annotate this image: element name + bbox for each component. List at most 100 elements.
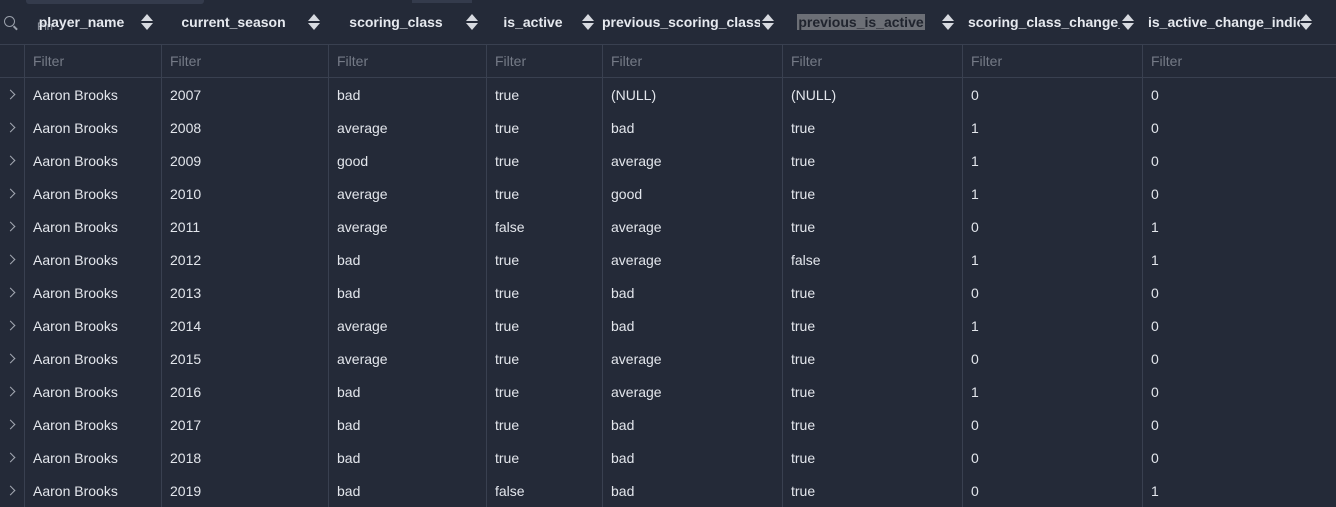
cell-previous-scoring-class[interactable]: (NULL) <box>602 78 782 111</box>
cell-scoring-class-change[interactable]: 1 <box>962 111 1142 144</box>
cell-scoring-class-change[interactable]: 0 <box>962 441 1142 474</box>
cell-scoring-class[interactable]: average <box>328 309 486 342</box>
column-header-player-name[interactable]: player_name <box>24 0 161 44</box>
cell-player-name[interactable]: Aaron Brooks <box>24 243 161 276</box>
expand-row-button[interactable] <box>0 342 24 375</box>
cell-is-active-change[interactable]: 1 <box>1142 210 1322 243</box>
sort-icon[interactable] <box>1122 14 1134 30</box>
expand-row-button[interactable] <box>0 243 24 276</box>
cell-scoring-class-change[interactable]: 1 <box>962 309 1142 342</box>
table-row[interactable]: Aaron Brooks 2007 bad true (NULL) (NULL) 0 0 <box>0 78 1336 111</box>
table-row[interactable]: Aaron Brooks 2013 bad true bad true 0 0 <box>0 276 1336 309</box>
filter-input-scoring-class-change[interactable] <box>963 53 1142 69</box>
cell-previous-scoring-class[interactable]: bad <box>602 309 782 342</box>
cell-is-active-change[interactable]: 0 <box>1142 177 1322 210</box>
cell-is-active[interactable]: true <box>486 441 602 474</box>
expand-row-button[interactable] <box>0 375 24 408</box>
cell-player-name[interactable]: Aaron Brooks <box>24 210 161 243</box>
cell-current-season[interactable]: 2011 <box>161 210 328 243</box>
cell-previous-scoring-class[interactable]: average <box>602 210 782 243</box>
expand-row-button[interactable] <box>0 276 24 309</box>
cell-scoring-class[interactable]: bad <box>328 78 486 111</box>
cell-is-active-change[interactable]: 0 <box>1142 144 1322 177</box>
cell-scoring-class[interactable]: bad <box>328 243 486 276</box>
filter-input-player-name[interactable] <box>25 53 161 69</box>
expand-row-button[interactable] <box>0 309 24 342</box>
cell-is-active-change[interactable]: 1 <box>1142 243 1322 276</box>
cell-is-active[interactable]: true <box>486 144 602 177</box>
cell-previous-scoring-class[interactable]: average <box>602 342 782 375</box>
table-row[interactable]: Aaron Brooks 2010 average true good true 1 0 <box>0 177 1336 210</box>
cell-current-season[interactable]: 2017 <box>161 408 328 441</box>
cell-previous-scoring-class[interactable]: bad <box>602 474 782 507</box>
cell-scoring-class-change[interactable]: 0 <box>962 210 1142 243</box>
cell-previous-scoring-class[interactable]: average <box>602 144 782 177</box>
filter-input-previous-scoring-class[interactable] <box>603 53 782 69</box>
table-row[interactable]: Aaron Brooks 2017 bad true bad true 0 0 <box>0 408 1336 441</box>
table-row[interactable]: Aaron Brooks 2011 average false average true 0… <box>0 210 1336 243</box>
table-row[interactable]: Aaron Brooks 2012 bad true average false 1 1 <box>0 243 1336 276</box>
cell-current-season[interactable]: 2010 <box>161 177 328 210</box>
cell-player-name[interactable]: Aaron Brooks <box>24 78 161 111</box>
filter-input-scoring-class[interactable] <box>329 53 486 69</box>
cell-scoring-class[interactable]: average <box>328 111 486 144</box>
cell-is-active[interactable]: false <box>486 210 602 243</box>
cell-previous-is-active[interactable]: (NULL) <box>782 78 962 111</box>
cell-scoring-class-change[interactable]: 0 <box>962 78 1142 111</box>
column-header-previous-scoring-class[interactable]: previous_scoring_class <box>602 0 782 44</box>
cell-current-season[interactable]: 2013 <box>161 276 328 309</box>
cell-is-active-change[interactable]: 0 <box>1142 408 1322 441</box>
cell-previous-scoring-class[interactable]: bad <box>602 276 782 309</box>
cell-is-active[interactable]: true <box>486 342 602 375</box>
cell-previous-scoring-class[interactable]: good <box>602 177 782 210</box>
cell-current-season[interactable]: 2015 <box>161 342 328 375</box>
table-row[interactable]: Aaron Brooks 2014 average true bad true 1 0 <box>0 309 1336 342</box>
cell-scoring-class[interactable]: average <box>328 210 486 243</box>
cell-player-name[interactable]: Aaron Brooks <box>24 144 161 177</box>
cell-is-active[interactable]: true <box>486 78 602 111</box>
filter-input-current-season[interactable] <box>162 53 328 69</box>
filter-input-previous-is-active[interactable] <box>783 53 962 69</box>
cell-is-active[interactable]: true <box>486 276 602 309</box>
cell-previous-is-active[interactable]: true <box>782 441 962 474</box>
sort-icon[interactable] <box>141 14 153 30</box>
cell-current-season[interactable]: 2016 <box>161 375 328 408</box>
cell-previous-is-active[interactable]: true <box>782 210 962 243</box>
cell-is-active[interactable]: true <box>486 243 602 276</box>
expand-row-button[interactable] <box>0 144 24 177</box>
cell-previous-is-active[interactable]: true <box>782 111 962 144</box>
cell-current-season[interactable]: 2014 <box>161 309 328 342</box>
cell-current-season[interactable]: 2019 <box>161 474 328 507</box>
cell-previous-is-active[interactable]: false <box>782 243 962 276</box>
column-header-scoring-class-change[interactable]: scoring_class_change_in <box>962 0 1142 44</box>
cell-previous-scoring-class[interactable]: bad <box>602 408 782 441</box>
cell-player-name[interactable]: Aaron Brooks <box>24 474 161 507</box>
cell-previous-scoring-class[interactable]: bad <box>602 441 782 474</box>
cell-is-active[interactable]: false <box>486 474 602 507</box>
cell-previous-scoring-class[interactable]: average <box>602 375 782 408</box>
sort-icon[interactable] <box>762 14 774 30</box>
sort-icon[interactable] <box>582 14 594 30</box>
cell-scoring-class-change[interactable]: 0 <box>962 342 1142 375</box>
filter-input-is-active[interactable] <box>487 53 602 69</box>
cell-player-name[interactable]: Aaron Brooks <box>24 111 161 144</box>
cell-player-name[interactable]: Aaron Brooks <box>24 441 161 474</box>
cell-is-active[interactable]: true <box>486 408 602 441</box>
cell-previous-is-active[interactable]: true <box>782 408 962 441</box>
table-row[interactable]: Aaron Brooks 2019 bad false bad true 0 1 <box>0 474 1336 507</box>
cell-previous-is-active[interactable]: true <box>782 474 962 507</box>
cell-scoring-class-change[interactable]: 1 <box>962 243 1142 276</box>
cell-current-season[interactable]: 2009 <box>161 144 328 177</box>
cell-scoring-class-change[interactable]: 0 <box>962 408 1142 441</box>
cell-previous-is-active[interactable]: true <box>782 276 962 309</box>
cell-is-active-change[interactable]: 1 <box>1142 474 1322 507</box>
cell-player-name[interactable]: Aaron Brooks <box>24 276 161 309</box>
cell-is-active-change[interactable]: 0 <box>1142 441 1322 474</box>
cell-is-active-change[interactable]: 0 <box>1142 375 1322 408</box>
cell-scoring-class-change[interactable]: 1 <box>962 177 1142 210</box>
expand-row-button[interactable] <box>0 210 24 243</box>
sort-icon[interactable] <box>1300 14 1312 30</box>
cell-previous-is-active[interactable]: true <box>782 375 962 408</box>
cell-player-name[interactable]: Aaron Brooks <box>24 408 161 441</box>
cell-current-season[interactable]: 2007 <box>161 78 328 111</box>
